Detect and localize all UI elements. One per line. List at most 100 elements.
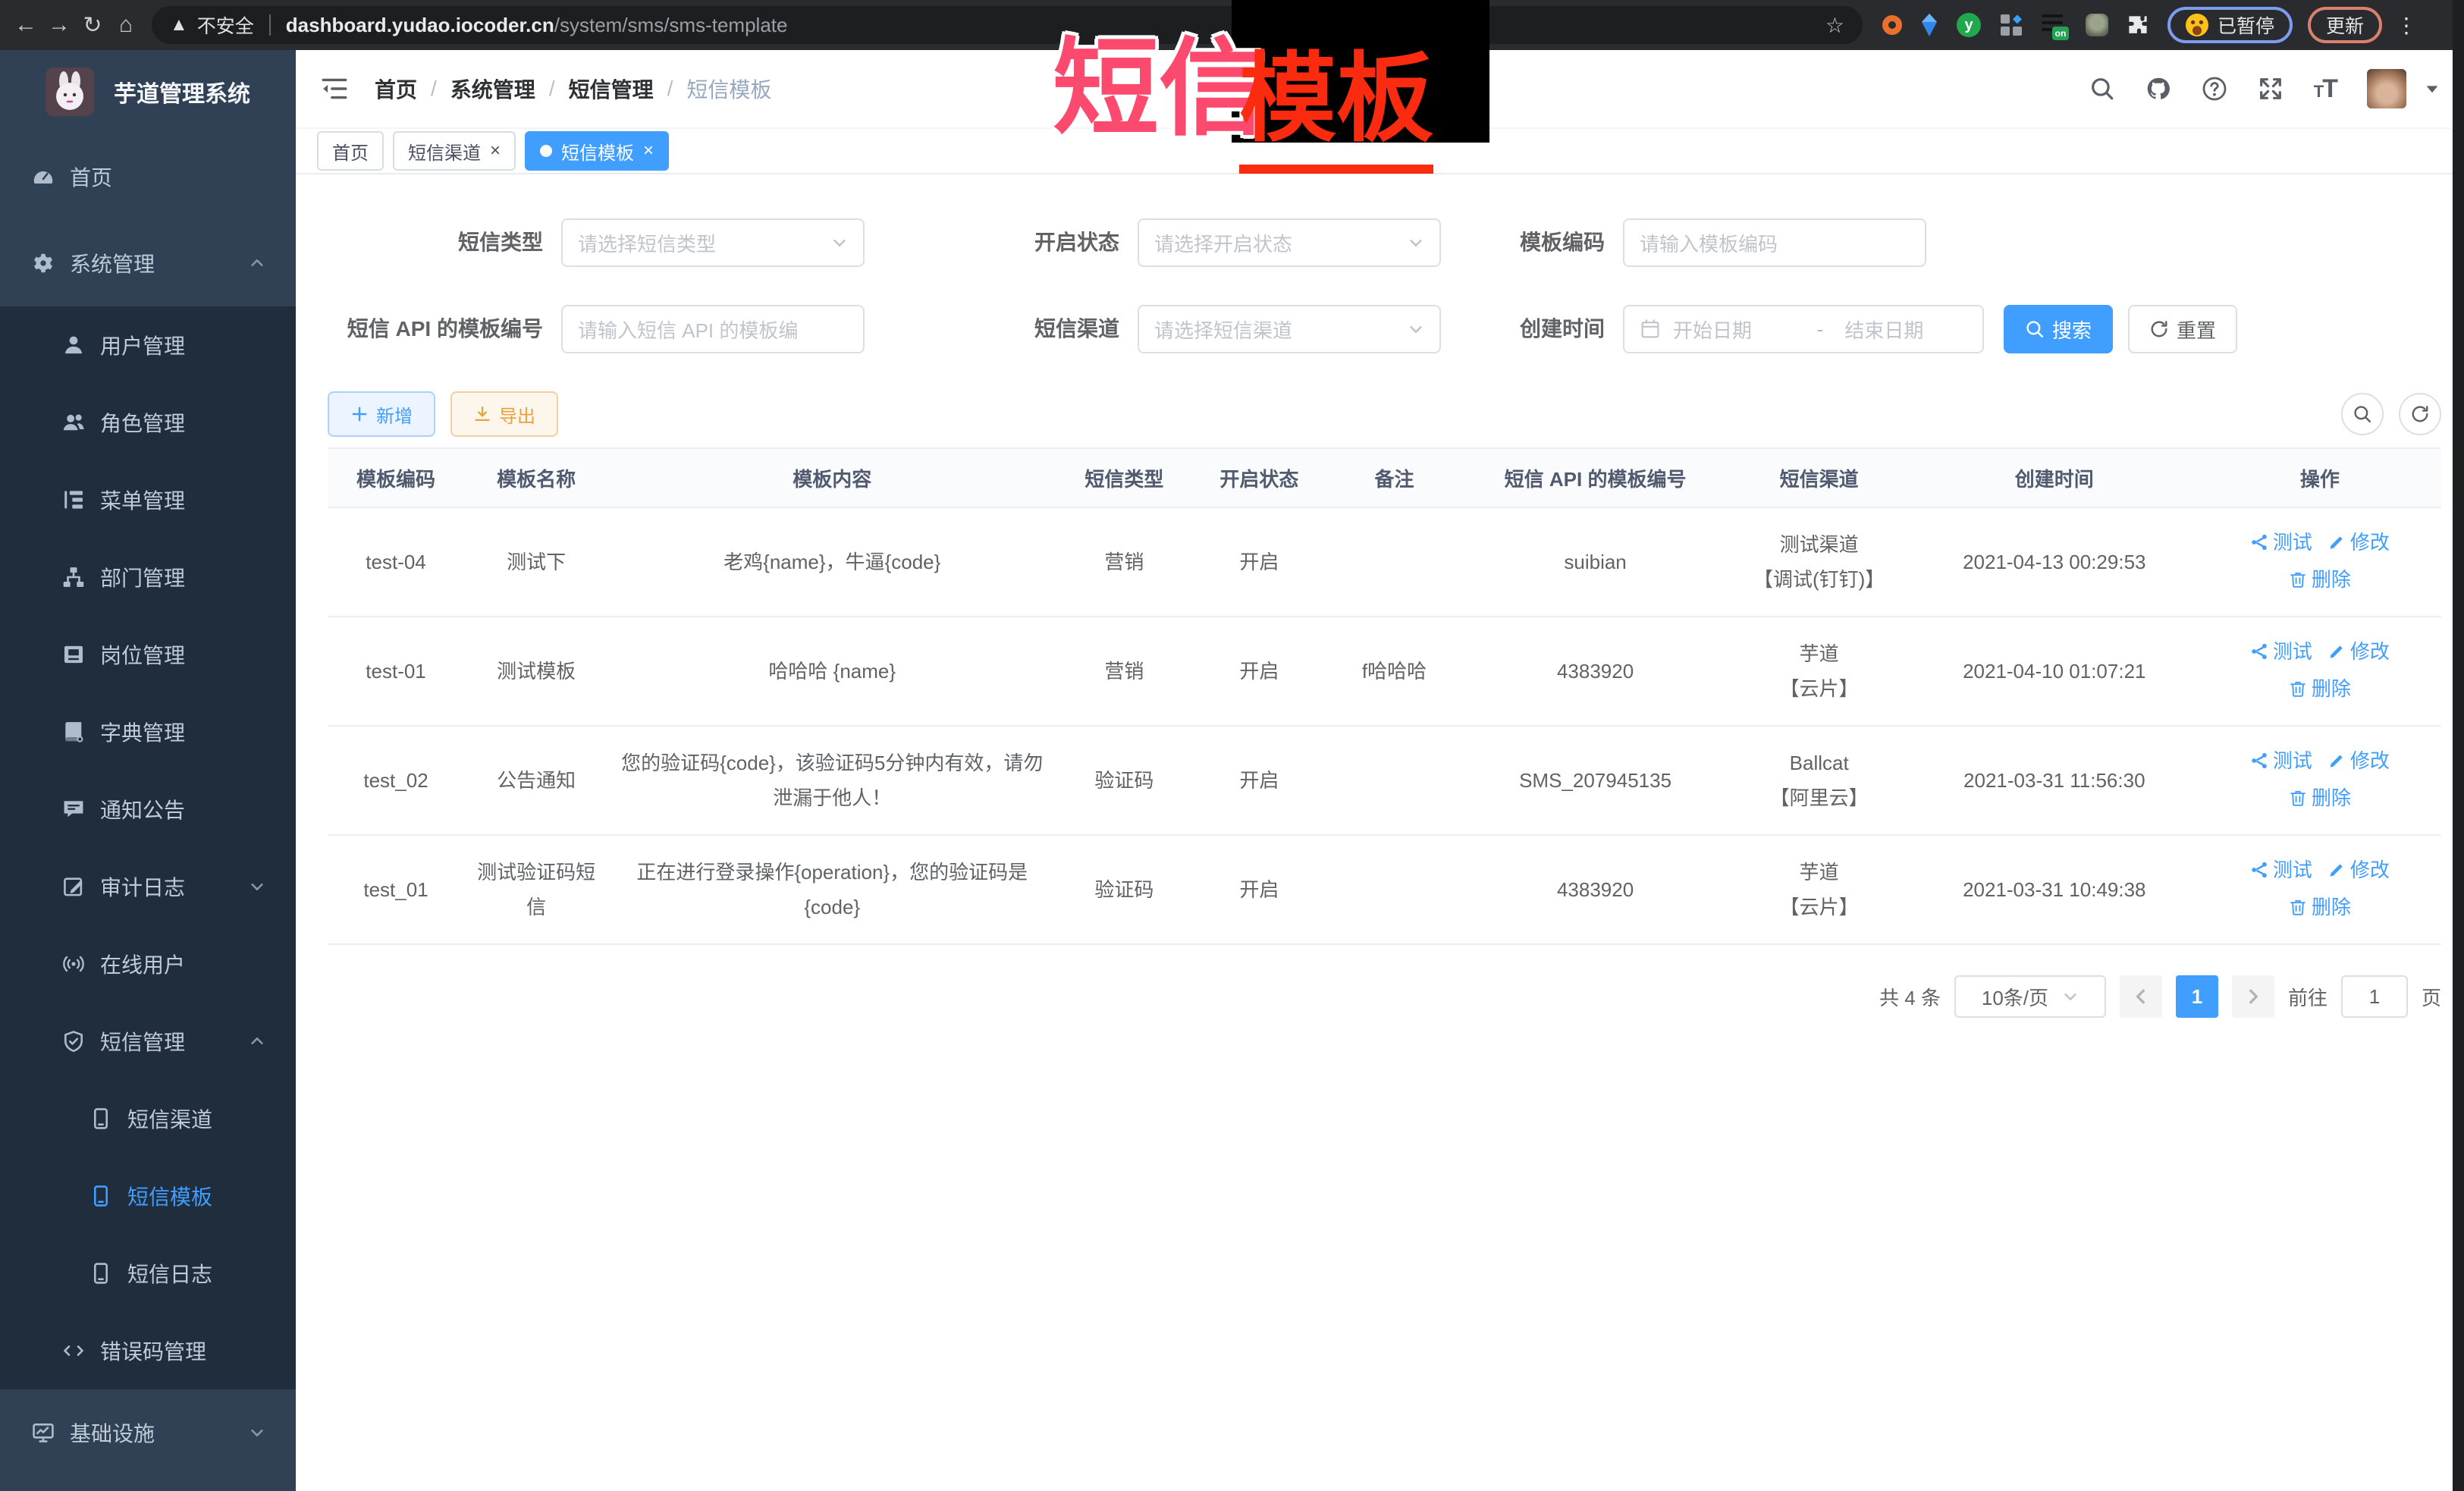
ext-puzzle-icon[interactable] bbox=[2127, 14, 2149, 36]
fullscreen-icon[interactable] bbox=[2258, 76, 2284, 102]
edit-link[interactable]: 修改 bbox=[2327, 634, 2390, 669]
address-bar[interactable]: ▲ 不安全 dashboard.yudao.iocoder.cn/system/… bbox=[152, 6, 1863, 44]
filter-input-0-2[interactable]: 请输入模板编码 bbox=[1623, 218, 1926, 267]
column-header: 开启状态 bbox=[1192, 448, 1326, 507]
profile-paused-button[interactable]: 已暂停 bbox=[2167, 7, 2293, 43]
browser-back-icon[interactable]: ← bbox=[9, 12, 42, 38]
sidebar-item-menu-mgmt[interactable]: 菜单管理 bbox=[0, 461, 296, 538]
ext-kite-icon[interactable] bbox=[1920, 13, 1938, 37]
chevron-down-icon[interactable] bbox=[2425, 81, 2440, 96]
sidebar-item-home[interactable]: 首页 bbox=[0, 133, 296, 220]
sidebar-item-sms-mgmt[interactable]: 短信管理 bbox=[0, 1003, 296, 1080]
edit-link[interactable]: 修改 bbox=[2327, 525, 2390, 560]
pagination: 共 4 条 10条/页 1 前往 页 bbox=[328, 975, 2441, 1018]
code-icon bbox=[62, 1339, 85, 1362]
table-row: test_01测试验证码短信正在进行登录操作{operation}，您的验证码是… bbox=[328, 835, 2441, 944]
edit-icon bbox=[2327, 752, 2346, 770]
toggle-search-button[interactable] bbox=[2341, 393, 2384, 435]
page-content: 短信类型请选择短信类型开启状态请选择开启状态模板编码请输入模板编码短信 API … bbox=[296, 174, 2464, 1491]
page-suffix: 页 bbox=[2422, 983, 2441, 1011]
reset-button[interactable]: 重置 bbox=[2128, 305, 2237, 353]
edit-link[interactable]: 修改 bbox=[2327, 743, 2390, 778]
add-button[interactable]: 新增 bbox=[328, 391, 435, 437]
breadcrumb: 首页 / 系统管理 / 短信管理 / 短信模板 bbox=[375, 74, 771, 104]
sidebar-item-sms-channel[interactable]: 短信渠道 bbox=[0, 1080, 296, 1157]
edit-icon bbox=[2327, 533, 2346, 551]
close-icon[interactable]: × bbox=[490, 142, 501, 160]
font-size-icon[interactable]: TT bbox=[2314, 74, 2337, 104]
cell-remark bbox=[1326, 835, 1462, 944]
filter-input-1-0[interactable]: 请输入短信 API 的模板编 bbox=[561, 305, 865, 353]
export-button[interactable]: 导出 bbox=[450, 391, 558, 437]
test-link[interactable]: 测试 bbox=[2250, 852, 2312, 887]
sidebar-item-sms-log[interactable]: 短信日志 bbox=[0, 1235, 296, 1312]
delete-link[interactable]: 删除 bbox=[2289, 671, 2351, 706]
test-link[interactable]: 测试 bbox=[2250, 525, 2312, 560]
cell-remark bbox=[1326, 507, 1462, 617]
current-page-button[interactable]: 1 bbox=[2176, 975, 2218, 1018]
cell-actions: 测试修改删除 bbox=[2199, 726, 2441, 835]
tab-1[interactable]: 短信渠道× bbox=[393, 131, 516, 171]
column-header: 操作 bbox=[2199, 448, 2441, 507]
ext-pet-icon[interactable] bbox=[2086, 14, 2108, 36]
help-icon[interactable] bbox=[2202, 76, 2227, 102]
page-size-select[interactable]: 10条/页 bbox=[1954, 975, 2106, 1018]
sidebar-item-user-mgmt[interactable]: 用户管理 bbox=[0, 306, 296, 384]
ext-on-icon[interactable]: on bbox=[2042, 13, 2067, 37]
edit-note-icon bbox=[62, 875, 85, 898]
collapse-sidebar-icon[interactable] bbox=[320, 76, 349, 102]
breadcrumb-sms[interactable]: 短信管理 bbox=[569, 74, 654, 104]
ext-y-icon[interactable]: y bbox=[1957, 13, 1981, 37]
search-button[interactable]: 搜索 bbox=[2004, 305, 2113, 353]
monitor-icon bbox=[32, 1421, 55, 1444]
cell-status: 开启 bbox=[1192, 617, 1326, 726]
sidebar-item-dict-mgmt[interactable]: 字典管理 bbox=[0, 693, 296, 771]
github-icon[interactable] bbox=[2145, 76, 2171, 102]
user-avatar[interactable] bbox=[2367, 69, 2406, 108]
sidebar-item-sms-template[interactable]: 短信模板 bbox=[0, 1157, 296, 1235]
tab-2-active[interactable]: 短信模板× bbox=[525, 131, 669, 171]
app-logo[interactable]: 芋道管理系统 bbox=[0, 50, 296, 133]
sidebar-item-dept-mgmt[interactable]: 部门管理 bbox=[0, 538, 296, 616]
search-icon[interactable] bbox=[2089, 76, 2115, 102]
cell-type: 营销 bbox=[1056, 617, 1192, 726]
goto-label: 前往 bbox=[2288, 983, 2327, 1011]
browser-home-icon[interactable]: ⌂ bbox=[109, 12, 143, 38]
ext-ring-icon[interactable] bbox=[1882, 15, 1902, 35]
goto-page-input[interactable] bbox=[2341, 975, 2408, 1018]
sidebar-item-audit-log[interactable]: 审计日志 bbox=[0, 848, 296, 925]
sidebar-item-infra[interactable]: 基础设施 bbox=[0, 1389, 296, 1476]
delete-link[interactable]: 删除 bbox=[2289, 562, 2351, 597]
prev-page-button[interactable] bbox=[2120, 975, 2162, 1018]
test-link[interactable]: 测试 bbox=[2250, 634, 2312, 669]
sidebar-item-system[interactable]: 系统管理 bbox=[0, 220, 296, 306]
browser-reload-icon[interactable]: ↻ bbox=[76, 12, 109, 39]
app-header: 首页 / 系统管理 / 短信管理 / 短信模板 TT bbox=[296, 50, 2464, 129]
sidebar-item-error-code[interactable]: 错误码管理 bbox=[0, 1312, 296, 1389]
filter-daterange-1-2[interactable]: 开始日期-结束日期 bbox=[1623, 305, 1984, 353]
sidebar-item-role-mgmt[interactable]: 角色管理 bbox=[0, 384, 296, 461]
sidebar-item-online-user[interactable]: 在线用户 bbox=[0, 925, 296, 1003]
refresh-button[interactable] bbox=[2399, 393, 2441, 435]
bookmark-star-icon[interactable]: ☆ bbox=[1825, 13, 1844, 38]
delete-link[interactable]: 删除 bbox=[2289, 890, 2351, 924]
phone-icon bbox=[89, 1262, 112, 1285]
test-link[interactable]: 测试 bbox=[2250, 743, 2312, 778]
browser-menu-icon[interactable]: ⋮ bbox=[2396, 13, 2417, 38]
emoji-avatar-icon bbox=[2186, 14, 2208, 36]
close-icon[interactable]: × bbox=[643, 142, 654, 160]
breadcrumb-system[interactable]: 系统管理 bbox=[450, 74, 535, 104]
browser-update-button[interactable]: 更新 bbox=[2308, 7, 2382, 43]
sidebar-item-notice[interactable]: 通知公告 bbox=[0, 771, 296, 848]
next-page-button[interactable] bbox=[2232, 975, 2274, 1018]
browser-forward-icon[interactable]: → bbox=[42, 12, 76, 38]
sidebar-item-post-mgmt[interactable]: 岗位管理 bbox=[0, 616, 296, 693]
tab-0[interactable]: 首页 bbox=[317, 131, 384, 171]
delete-link[interactable]: 删除 bbox=[2289, 780, 2351, 815]
dashboard-icon bbox=[32, 165, 55, 188]
edit-link[interactable]: 修改 bbox=[2327, 852, 2390, 887]
filter-select-0-0[interactable]: 请选择短信类型 bbox=[561, 218, 865, 267]
breadcrumb-home[interactable]: 首页 bbox=[375, 74, 417, 104]
cell-actions: 测试修改删除 bbox=[2199, 835, 2441, 944]
ext-grid-icon[interactable] bbox=[1999, 13, 2023, 37]
